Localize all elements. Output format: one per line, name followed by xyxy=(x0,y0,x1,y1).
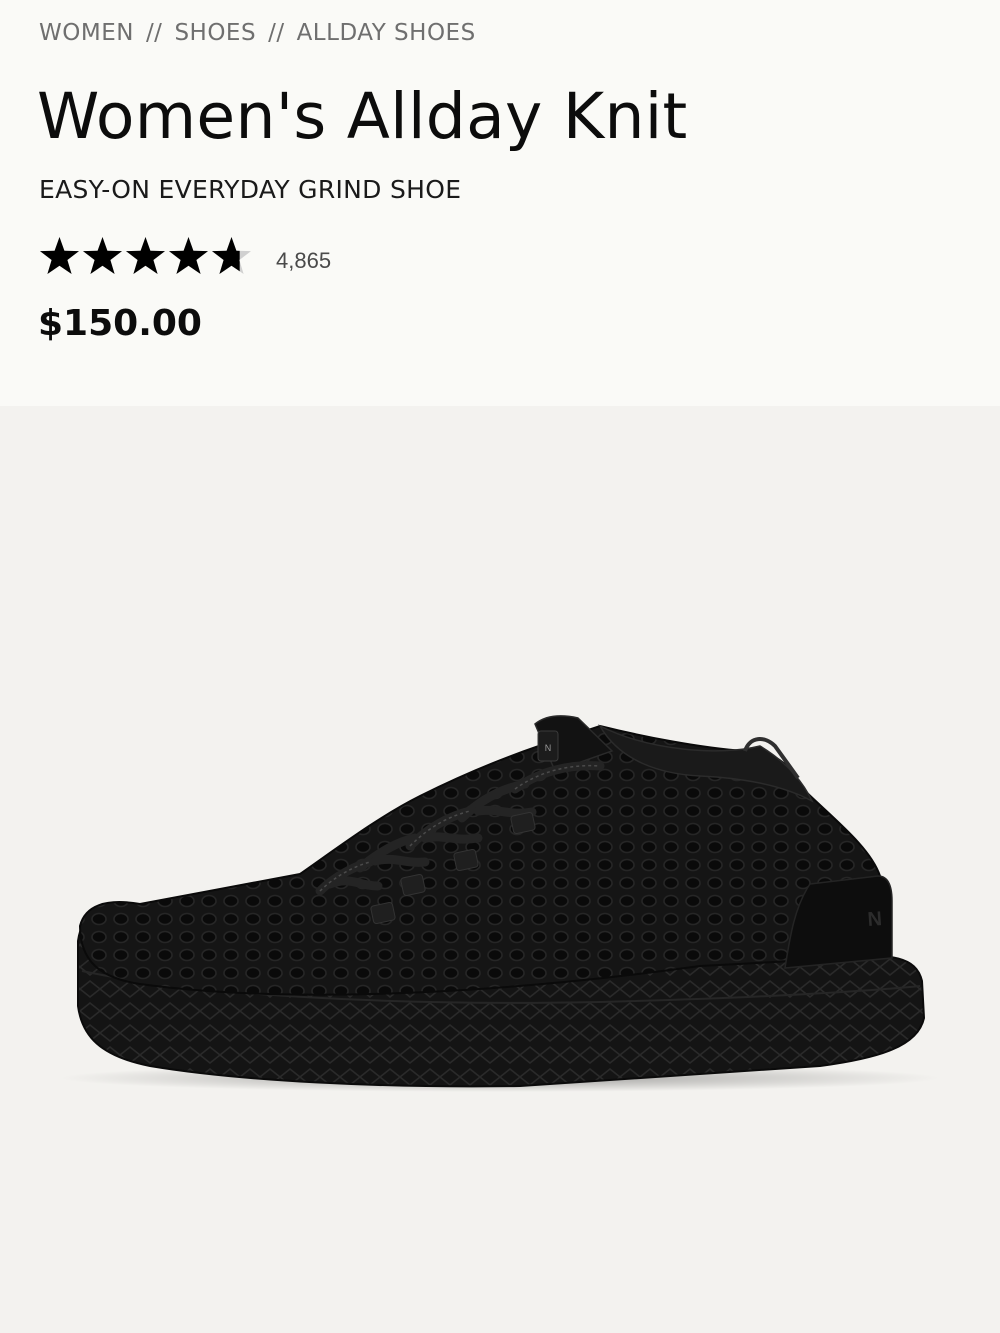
product-title: Women's Allday Knit xyxy=(37,80,688,153)
product-image-gallery[interactable]: N N xyxy=(0,406,1000,1333)
star-rating xyxy=(39,236,252,278)
breadcrumb-allday-shoes[interactable]: ALLDAY SHOES xyxy=(297,20,476,46)
product-shoe-image[interactable]: N N xyxy=(0,406,1000,1333)
breadcrumb-separator: // xyxy=(268,20,285,46)
breadcrumb: WOMEN // SHOES // ALLDAY SHOES xyxy=(39,20,476,46)
product-rating[interactable]: 4,865 xyxy=(39,236,331,278)
breadcrumb-separator: // xyxy=(145,20,163,46)
review-count[interactable]: 4,865 xyxy=(276,240,331,274)
breadcrumb-shoes[interactable]: SHOES xyxy=(174,20,256,46)
product-price: $150.00 xyxy=(38,303,202,344)
svg-text:N: N xyxy=(545,743,552,753)
star-icon xyxy=(169,237,208,274)
svg-text:N: N xyxy=(867,908,883,931)
product-subtitle: EASY-ON EVERYDAY GRIND SHOE xyxy=(39,175,462,204)
product-header: WOMEN // SHOES // ALLDAY SHOES Women's A… xyxy=(0,0,1000,406)
product-page: WOMEN // SHOES // ALLDAY SHOES Women's A… xyxy=(0,0,1000,1333)
star-icon xyxy=(40,237,79,274)
star-icon xyxy=(83,237,122,274)
star-icon xyxy=(126,237,165,274)
star-icon xyxy=(212,237,251,274)
breadcrumb-women[interactable]: WOMEN xyxy=(39,20,134,46)
